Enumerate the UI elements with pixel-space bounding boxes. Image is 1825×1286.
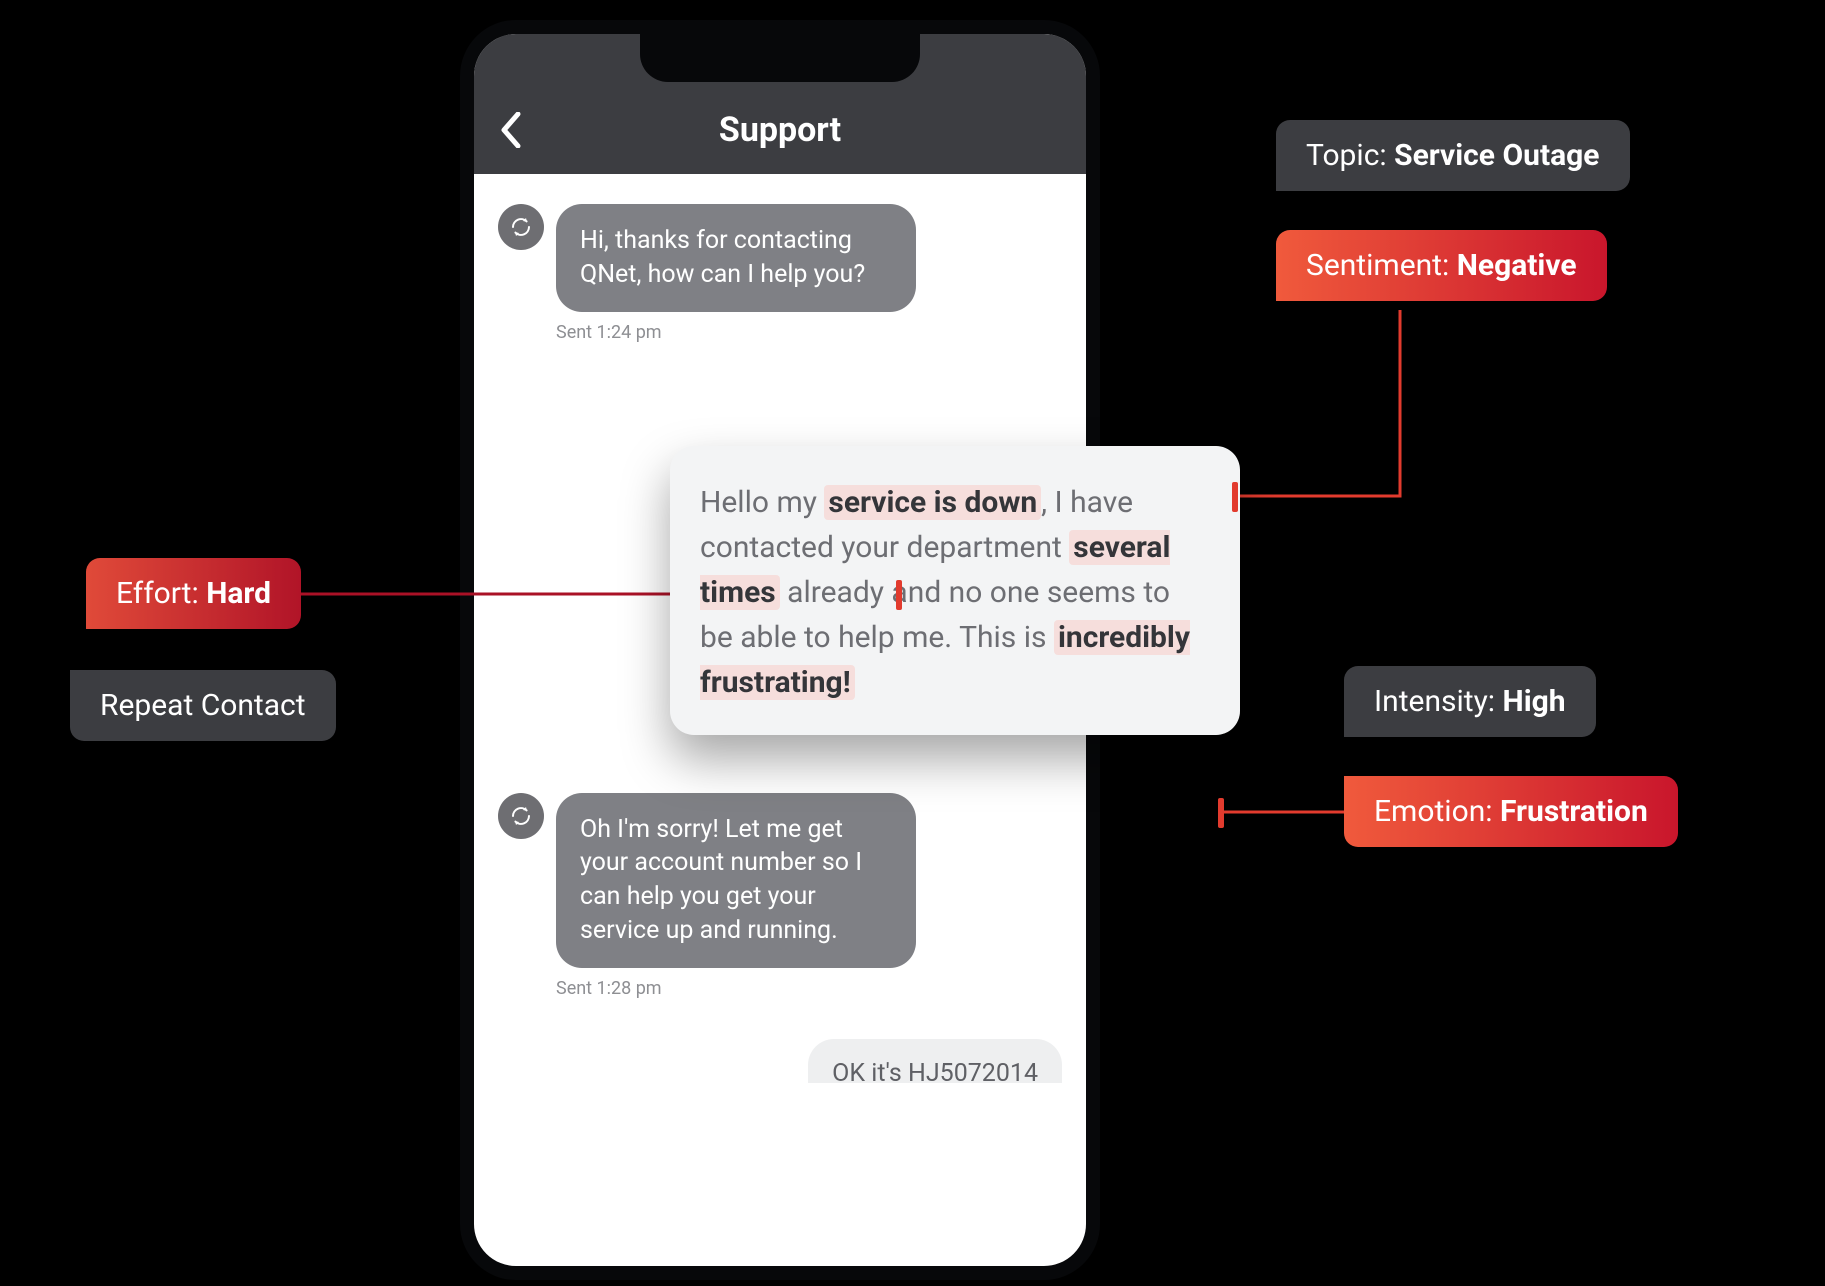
- user-message-partial: OK it's HJ5072014: [808, 1039, 1062, 1083]
- tag-value: High: [1503, 684, 1566, 719]
- tag-value: Hard: [206, 576, 271, 611]
- user-text: Hello my: [700, 485, 824, 520]
- tag-value: Negative: [1457, 248, 1577, 283]
- tag-intensity: Intensity: High: [1344, 666, 1596, 737]
- tag-effort: Effort: Hard: [86, 558, 301, 629]
- message-timestamp: Sent 1:24 pm: [556, 322, 1062, 343]
- highlight-service-down: service is down: [824, 485, 1041, 520]
- user-message-card: Hello my service is down, I have contact…: [670, 446, 1240, 735]
- tag-emotion: Emotion: Frustration: [1344, 776, 1678, 847]
- tag-label: Emotion:: [1374, 794, 1500, 829]
- cycle-icon: [509, 215, 533, 239]
- tag-sentiment: Sentiment: Negative: [1276, 230, 1607, 301]
- phone-notch: [640, 32, 920, 82]
- tag-value: Frustration: [1500, 794, 1648, 829]
- message-row-agent: Hi, thanks for contacting QNet, how can …: [498, 204, 1062, 312]
- tag-topic: Topic: Service Outage: [1276, 120, 1630, 191]
- highlight-tick: [1232, 482, 1238, 512]
- highlight-tick: [896, 580, 902, 610]
- tag-label: Intensity:: [1374, 684, 1503, 719]
- tag-repeat-contact: Repeat Contact: [70, 670, 336, 741]
- tag-value: Service Outage: [1394, 138, 1599, 173]
- tag-label: Sentiment:: [1306, 248, 1457, 283]
- chevron-left-icon: [500, 112, 522, 148]
- message-timestamp: Sent 1:28 pm: [556, 978, 1062, 999]
- page-title: Support: [719, 110, 841, 150]
- highlight-tick: [1218, 798, 1224, 828]
- agent-avatar: [498, 793, 544, 839]
- message-row-agent: Oh I'm sorry! Let me get your account nu…: [498, 793, 1062, 968]
- back-button[interactable]: [500, 112, 522, 148]
- tag-label: Repeat Contact: [100, 688, 306, 723]
- tag-label: Effort:: [116, 576, 206, 611]
- cycle-icon: [509, 804, 533, 828]
- message-row-user: OK it's HJ5072014: [498, 1039, 1062, 1083]
- agent-avatar: [498, 204, 544, 250]
- agent-message: Hi, thanks for contacting QNet, how can …: [556, 204, 916, 312]
- tag-label: Topic:: [1306, 138, 1394, 173]
- agent-message: Oh I'm sorry! Let me get your account nu…: [556, 793, 916, 968]
